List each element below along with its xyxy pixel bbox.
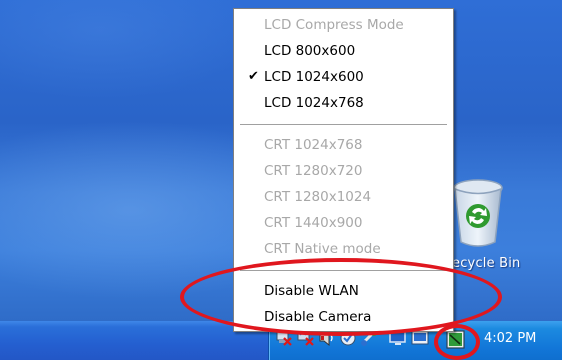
checkmark-icon: ✔ bbox=[248, 69, 259, 84]
menu-item-crt-1024x768: CRT 1024x768 bbox=[234, 132, 453, 158]
recycle-bin-label: ecycle Bin bbox=[452, 256, 521, 271]
annotation-oval-tray-icon bbox=[434, 324, 480, 360]
recycle-bin-icon bbox=[453, 179, 503, 247]
menu-item-lcd-1024x600[interactable]: ✔ LCD 1024x600 bbox=[234, 64, 453, 90]
menu-item-label: LCD 1024x600 bbox=[264, 69, 364, 85]
menu-separator bbox=[240, 124, 447, 126]
menu-item-label: CRT Native mode bbox=[264, 241, 381, 257]
wallpaper-glow-top bbox=[0, 0, 260, 100]
menu-item-lcd-1024x768[interactable]: LCD 1024x768 bbox=[234, 90, 453, 116]
menu-item-label: LCD 1024x768 bbox=[264, 95, 364, 111]
menu-item-crt-1280x720: CRT 1280x720 bbox=[234, 158, 453, 184]
recycle-bin-shortcut[interactable]: ecycle Bin bbox=[440, 170, 562, 280]
taskbar-clock[interactable]: 4:02 PM bbox=[484, 331, 536, 346]
menu-item-label: LCD 800x600 bbox=[264, 43, 356, 59]
menu-item-crt-1440x900: CRT 1440x900 bbox=[234, 210, 453, 236]
menu-item-label: CRT 1280x720 bbox=[264, 163, 363, 179]
menu-item-label: CRT 1440x900 bbox=[264, 215, 363, 231]
menu-item-crt-1280x1024: CRT 1280x1024 bbox=[234, 184, 453, 210]
menu-item-label: CRT 1280x1024 bbox=[264, 189, 372, 205]
menu-item-label: CRT 1024x768 bbox=[264, 137, 363, 153]
menu-item-label: LCD Compress Mode bbox=[264, 17, 404, 33]
menu-item-lcd-compress-mode: LCD Compress Mode bbox=[234, 12, 453, 38]
menu-item-lcd-800x600[interactable]: LCD 800x600 bbox=[234, 38, 453, 64]
